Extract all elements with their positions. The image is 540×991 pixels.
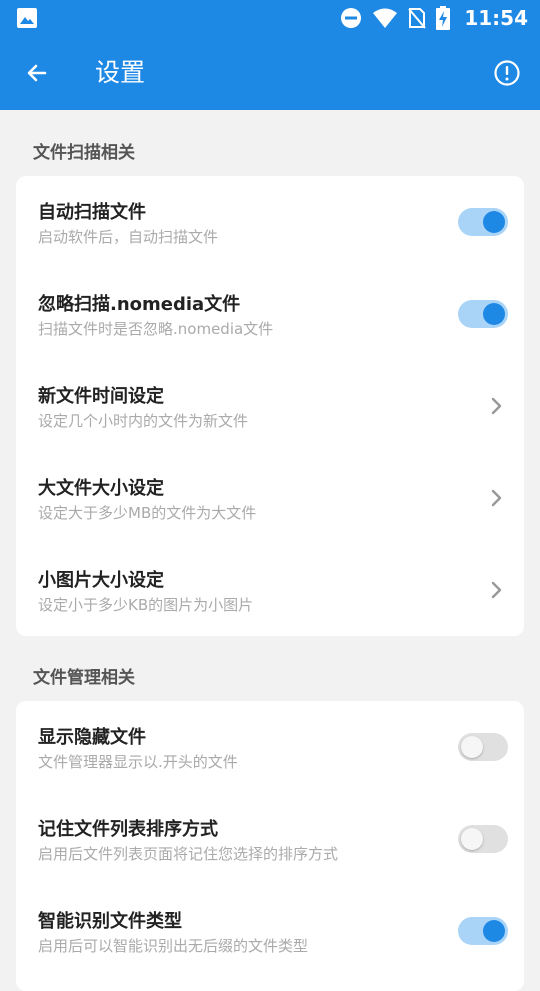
show-hidden-toggle[interactable]: [458, 733, 508, 761]
no-sim-icon: [408, 8, 427, 29]
image-icon: [17, 8, 37, 28]
setting-title: 显示隐藏文件: [38, 727, 146, 748]
setting-subtitle: 设定几个小时内的文件为新文件: [38, 412, 249, 430]
setting-subtitle: 启用后可以智能识别出无后缀的文件类型: [38, 937, 309, 955]
setting-ignore-nomedia[interactable]: 忽略扫描.nomedia文件 扫描文件时是否忽略.nomedia文件: [16, 268, 524, 360]
battery-charging-icon: [436, 6, 451, 30]
arrow-left-icon: [27, 64, 47, 82]
chevron-right-icon: [491, 489, 502, 507]
dnd-icon: [341, 8, 362, 28]
setting-subtitle: 设定大于多少MB的文件为大文件: [38, 504, 257, 522]
setting-title: 大文件大小设定: [38, 478, 164, 499]
back-button[interactable]: [14, 50, 60, 96]
toggle-knob: [483, 920, 505, 942]
setting-subtitle: 启动软件后，自动扫描文件: [38, 228, 219, 246]
setting-remember-sort[interactable]: 记住文件列表排序方式 启用后文件列表页面将记住您选择的排序方式: [16, 793, 524, 885]
ignore-nomedia-toggle[interactable]: [458, 300, 508, 328]
scan-settings-card: 自动扫描文件 启动软件后，自动扫描文件 忽略扫描.nomedia文件 扫描文件时…: [16, 176, 524, 636]
auto-scan-toggle[interactable]: [458, 208, 508, 236]
setting-subtitle: 设定小于多少KB的图片为小图片: [38, 596, 254, 614]
setting-show-hidden[interactable]: 显示隐藏文件 文件管理器显示以.开头的文件: [16, 701, 524, 793]
toggle-knob: [461, 736, 483, 758]
chevron-right-icon: [491, 397, 502, 415]
section-title-manage: 文件管理相关: [33, 668, 135, 688]
toggle-knob: [461, 828, 483, 850]
setting-small-image-size[interactable]: 小图片大小设定 设定小于多少KB的图片为小图片: [16, 544, 524, 636]
setting-smart-filetype[interactable]: 智能识别文件类型 启用后可以智能识别出无后缀的文件类型: [16, 885, 524, 977]
setting-title: 新文件时间设定: [38, 386, 164, 407]
setting-title: 智能识别文件类型: [38, 911, 182, 932]
setting-subtitle: 文件管理器显示以.开头的文件: [38, 753, 238, 771]
info-icon: [494, 60, 520, 86]
setting-auto-scan[interactable]: 自动扫描文件 启动软件后，自动扫描文件: [16, 176, 524, 268]
app-bar: 设置: [0, 36, 540, 110]
toggle-knob: [483, 211, 505, 233]
setting-large-file-size[interactable]: 大文件大小设定 设定大于多少MB的文件为大文件: [16, 452, 524, 544]
manage-settings-card: 显示隐藏文件 文件管理器显示以.开头的文件 记住文件列表排序方式 启用后文件列表…: [16, 701, 524, 991]
setting-title: 自动扫描文件: [38, 202, 146, 223]
setting-title: 小图片大小设定: [38, 570, 164, 591]
remember-sort-toggle[interactable]: [458, 825, 508, 853]
clock: 11:54: [464, 6, 528, 30]
toggle-knob: [483, 303, 505, 325]
page-title: 设置: [95, 58, 146, 87]
wifi-icon: [373, 8, 398, 28]
setting-title: 忽略扫描.nomedia文件: [38, 294, 241, 315]
section-title-scan: 文件扫描相关: [33, 143, 135, 163]
smart-filetype-toggle[interactable]: [458, 917, 508, 945]
setting-subtitle: 启用后文件列表页面将记住您选择的排序方式: [38, 845, 339, 863]
setting-new-file-time[interactable]: 新文件时间设定 设定几个小时内的文件为新文件: [16, 360, 524, 452]
setting-title: 记住文件列表排序方式: [38, 819, 218, 840]
status-bar: 11:54: [0, 0, 540, 36]
info-button[interactable]: [484, 50, 530, 96]
chevron-right-icon: [491, 581, 502, 599]
setting-subtitle: 扫描文件时是否忽略.nomedia文件: [38, 320, 274, 338]
